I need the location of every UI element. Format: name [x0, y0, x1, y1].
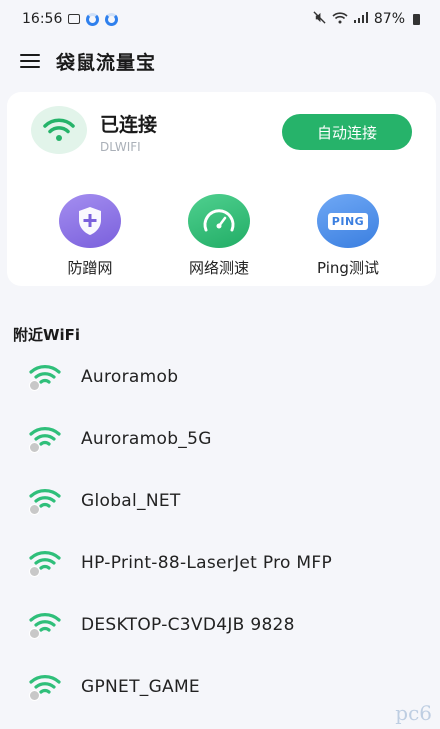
battery-percent: 87%: [373, 11, 405, 27]
locked-wifi-icon: [28, 487, 62, 515]
clock: 16:56: [22, 11, 63, 27]
nearby-wifi-title: 附近WiFi: [13, 326, 81, 344]
status-bar-left: 16:56: [22, 11, 119, 27]
wifi-item[interactable]: Auroramob: [0, 346, 440, 408]
gallery-notification-icon: [68, 14, 81, 24]
tool-ping-test[interactable]: PING Ping测试: [293, 194, 403, 278]
shield-plus-icon: [59, 194, 121, 248]
tool-label: 防蹭网: [67, 259, 113, 277]
wifi-item[interactable]: HP-Print-88-LaserJet Pro MFP: [0, 532, 440, 594]
lock-icon: [29, 442, 40, 453]
mute-icon: [313, 11, 326, 27]
menu-icon[interactable]: [20, 54, 40, 68]
lock-icon: [29, 380, 40, 391]
sync-notification-icon-2: [105, 12, 119, 26]
lock-icon: [29, 628, 40, 639]
wifi-name: HP-Print-88-LaserJet Pro MFP: [81, 553, 333, 573]
tool-label: Ping测试: [317, 259, 379, 277]
auto-connect-button[interactable]: 自动连接: [282, 114, 412, 150]
lock-icon: [29, 690, 40, 701]
connected-ssid: DLWIFI: [100, 140, 141, 154]
lock-icon: [29, 566, 40, 577]
tool-anti-leech[interactable]: 防蹭网: [35, 194, 145, 278]
speedometer-icon: [188, 194, 250, 248]
lock-icon: [29, 504, 40, 515]
app-title: 袋鼠流量宝: [56, 51, 157, 74]
wifi-list: Auroramob Auroramob_5G Global_NET HP-Pri…: [0, 346, 440, 718]
wifi-name: GPNET_GAME: [81, 677, 200, 697]
connected-wifi-icon: [31, 106, 87, 154]
connection-card: 已连接 DLWIFI 自动连接 防蹭网 网络测速 PING Ping测试: [7, 92, 436, 286]
connection-status: 已连接: [100, 114, 158, 136]
wifi-name: Auroramob: [81, 367, 179, 387]
tool-label: 网络测速: [188, 259, 249, 277]
battery-icon: [413, 13, 420, 25]
tool-speed-test[interactable]: 网络测速: [164, 194, 274, 278]
wifi-item[interactable]: GPNET_GAME: [0, 656, 440, 718]
locked-wifi-icon: [28, 549, 62, 577]
status-bar: 16:56 87%: [0, 0, 440, 38]
locked-wifi-icon: [28, 673, 62, 701]
locked-wifi-icon: [28, 425, 62, 453]
wifi-name: DESKTOP-C3VD4JB 9828: [81, 615, 295, 635]
wifi-item[interactable]: Global_NET: [0, 470, 440, 532]
app-bar: 袋鼠流量宝: [0, 42, 440, 80]
watermark: pc6: [395, 701, 432, 725]
ping-icon: PING: [317, 194, 379, 248]
wifi-status-icon: [332, 11, 348, 27]
wifi-item[interactable]: DESKTOP-C3VD4JB 9828: [0, 594, 440, 656]
wifi-name: Auroramob_5G: [81, 429, 212, 449]
wifi-name: Global_NET: [81, 491, 181, 511]
locked-wifi-icon: [28, 611, 62, 639]
wifi-item[interactable]: Auroramob_5G: [0, 408, 440, 470]
sync-notification-icon: [86, 12, 100, 26]
locked-wifi-icon: [28, 363, 62, 391]
signal-icon: [353, 12, 368, 26]
status-bar-right: 87%: [313, 11, 420, 27]
